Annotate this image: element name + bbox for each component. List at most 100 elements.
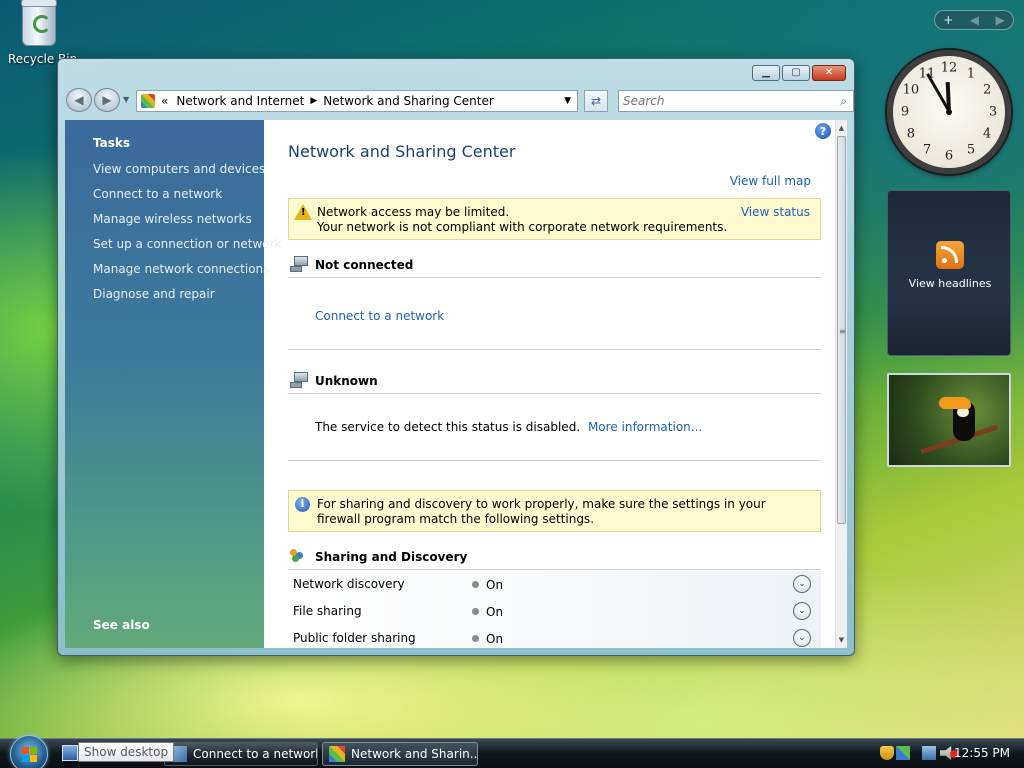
more-information-link[interactable]: More information...	[588, 420, 702, 434]
clock-center	[946, 109, 952, 115]
control-panel-icon	[329, 746, 345, 762]
security-center-icon[interactable]	[896, 746, 910, 760]
network-warning-banner: ! Network access may be limited. Your ne…	[288, 198, 821, 240]
task-view-computers-and-devices[interactable]: View computers and devices	[93, 161, 281, 186]
expand-network-discovery-button[interactable]: ⌄	[793, 575, 811, 593]
task-connect-to-a-network[interactable]: Connect to a network	[93, 186, 281, 211]
back-button[interactable]: ◀	[66, 88, 92, 112]
status-dot	[472, 635, 479, 642]
sharing-discovery-header: Sharing and Discovery	[288, 548, 821, 570]
sidebar-controls: + ◀ ▶	[934, 10, 1014, 30]
public-folder-sharing-state: On	[486, 632, 504, 646]
previous-gadgets-button[interactable]: ◀	[970, 13, 979, 27]
breadcrumb-separator[interactable]: ▶	[310, 96, 317, 106]
clock-numeral: 4	[982, 126, 992, 142]
recent-pages-dropdown[interactable]: ▼	[123, 95, 129, 104]
tasks-pane: Tasks View computers and devices Connect…	[65, 120, 281, 648]
address-dropdown[interactable]: ▼	[564, 96, 571, 106]
view-status-link[interactable]: View status	[741, 205, 810, 219]
security-shield-icon[interactable]	[880, 746, 894, 760]
breadcrumb-network-and-sharing-center[interactable]: Network and Sharing Center	[323, 94, 494, 108]
firewall-info-text: For sharing and discovery to work proper…	[317, 497, 766, 526]
warning-line-2: Your network is not compliant with corpo…	[317, 220, 728, 234]
next-gadgets-button[interactable]: ▶	[996, 13, 1005, 27]
section-divider	[288, 460, 821, 461]
show-desktop-icon[interactable]	[62, 745, 78, 761]
task-diagnose-and-repair[interactable]: Diagnose and repair	[93, 286, 281, 311]
address-bar[interactable]: « Network and Internet ▶ Network and Sha…	[136, 90, 578, 112]
network-sharing-center-window: ▁ ▢ ✕ ◀ ▶ ▼ « Network and Internet ▶ Net…	[57, 58, 855, 656]
expand-public-folder-sharing-button[interactable]: ⌄	[793, 629, 811, 647]
vertical-scrollbar[interactable]: ▲ ≡ ▼	[835, 120, 847, 648]
file-sharing-state: On	[486, 605, 504, 619]
clock-numeral: 5	[966, 142, 976, 158]
info-icon: i	[295, 497, 310, 512]
clock-numeral: 8	[906, 126, 916, 142]
clock-numeral: 10	[902, 82, 920, 98]
taskbar-button-connect-to-network[interactable]: Connect to a network	[164, 742, 318, 766]
view-headlines-link[interactable]: View headlines	[888, 277, 1012, 290]
public-folder-sharing-row[interactable]: Public folder sharing On ⌄	[288, 625, 821, 648]
window-client-area: Tasks View computers and devices Connect…	[65, 120, 847, 648]
window-controls: ▁ ▢ ✕	[752, 65, 846, 81]
sharing-icon	[290, 548, 306, 562]
help-icon[interactable]: ?	[815, 123, 831, 139]
taskbar-button-label: Connect to a network	[193, 747, 318, 761]
firewall-info-banner: i For sharing and discovery to work prop…	[288, 490, 821, 532]
photo-toucan-beak	[939, 397, 971, 409]
warning-icon-glyph: !	[301, 207, 306, 218]
network-status-icon[interactable]	[922, 746, 936, 760]
minimize-button[interactable]: ▁	[752, 65, 780, 81]
control-panel-icon	[141, 94, 155, 108]
task-set-up-connection[interactable]: Set up a connection or network	[93, 236, 281, 261]
scroll-down-button[interactable]: ▼	[836, 634, 847, 646]
not-connected-title: Not connected	[315, 258, 414, 272]
clock-gadget[interactable]: 121234567891011	[887, 50, 1011, 174]
scroll-thumb[interactable]: ≡	[837, 136, 846, 524]
close-button[interactable]: ✕	[812, 65, 846, 81]
network-discovery-row[interactable]: Network discovery On ⌄	[288, 571, 821, 598]
see-also-title: See also	[93, 618, 150, 632]
warning-icon: !	[294, 204, 312, 220]
clock-numeral: 1	[966, 66, 976, 82]
clock-numeral: 6	[944, 148, 954, 164]
sharing-discovery-title: Sharing and Discovery	[315, 550, 468, 564]
recycle-bin-icon[interactable]	[21, 0, 57, 46]
search-input[interactable]	[623, 94, 823, 108]
refresh-button[interactable]: ⇄	[584, 90, 608, 112]
not-connected-header: Not connected	[288, 256, 821, 278]
network-icon	[290, 256, 308, 272]
recycle-bin[interactable]: Recycle Bin	[8, 0, 77, 66]
forward-button[interactable]: ▶	[94, 88, 120, 112]
search-icon[interactable]: ⌕	[840, 94, 847, 109]
rss-icon	[936, 241, 964, 269]
clock-numeral: 7	[922, 142, 932, 158]
taskbar-button-network-sharing-center[interactable]: Network and Sharin...	[322, 742, 478, 766]
task-manage-wireless-networks[interactable]: Manage wireless networks	[93, 211, 281, 236]
navigation-bar: ◀ ▶ ▼ « Network and Internet ▶ Network a…	[66, 87, 854, 113]
section-divider	[288, 349, 821, 350]
task-manage-network-connections[interactable]: Manage network connections	[93, 261, 281, 286]
warning-line-1: Network access may be limited.	[317, 205, 510, 219]
file-sharing-row[interactable]: File sharing On ⌄	[288, 598, 821, 625]
network-icon	[290, 372, 308, 388]
status-dot	[472, 608, 479, 615]
maximize-button[interactable]: ▢	[782, 65, 810, 81]
slideshow-gadget[interactable]	[887, 373, 1011, 467]
unknown-network-header: Unknown	[288, 372, 821, 394]
start-button[interactable]	[10, 735, 48, 768]
main-content: ? Network and Sharing Center View full m…	[264, 120, 835, 648]
view-full-map-link[interactable]: View full map	[730, 174, 811, 188]
connect-to-network-link[interactable]: Connect to a network	[315, 309, 444, 323]
network-discovery-state: On	[486, 578, 504, 592]
breadcrumb-network-and-internet[interactable]: Network and Internet	[176, 94, 304, 108]
feed-headlines-gadget[interactable]: View headlines	[887, 190, 1011, 356]
address-prefix[interactable]: «	[161, 94, 168, 108]
unknown-network-title: Unknown	[315, 374, 378, 388]
expand-file-sharing-button[interactable]: ⌄	[793, 602, 811, 620]
add-gadget-button[interactable]: +	[943, 13, 953, 27]
tasks-title: Tasks	[93, 136, 131, 150]
scroll-up-button[interactable]: ▲	[836, 122, 847, 134]
system-clock[interactable]: 12:55 PM	[954, 746, 1010, 760]
windows-flag-icon	[22, 747, 38, 763]
